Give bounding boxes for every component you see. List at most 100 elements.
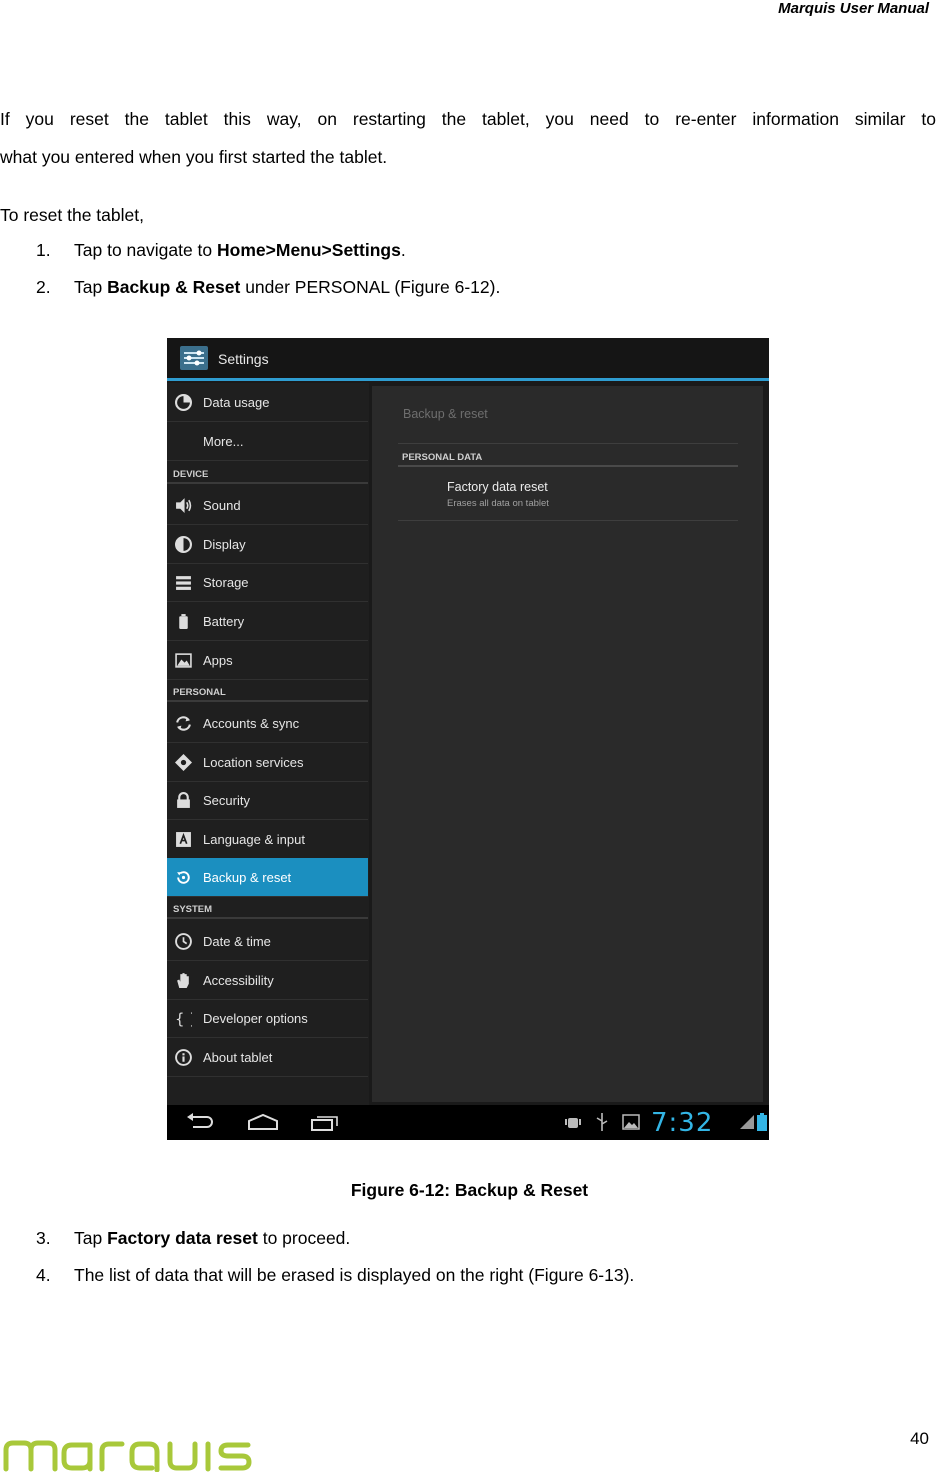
menu-item-battery[interactable]: Battery [167,602,368,641]
step-text-end: to proceed. [257,1228,351,1248]
menu-item-backup-reset[interactable]: Backup & reset [167,858,368,897]
speaker-icon [176,498,192,513]
menu-item-data-usage[interactable]: Data usage [167,383,368,422]
step-3: 3. Tap Factory data reset to proceed. [36,1228,350,1249]
status-clock: 7:32 [651,1108,714,1138]
menu-item-accessibility[interactable]: Accessibility [167,961,368,1000]
settings-screenshot: Settings Data usage More... DEVICE Sound… [167,338,769,1140]
settings-app-icon [180,346,208,370]
menu-item-storage[interactable]: Storage [167,563,368,602]
panel-section-divider [398,465,738,467]
menu-item-label: Battery [203,614,245,629]
menu-item-developer[interactable]: { } Developer options [167,999,368,1038]
sync-icon [176,716,191,731]
section-divider [167,917,368,919]
to-reset-text: To reset the tablet, [0,205,144,225]
step-number: 1. [36,240,51,260]
page-number: 40 [910,1429,929,1448]
step-2: 2. Tap Backup & Reset under PERSONAL (Fig… [36,277,500,298]
step-text: Tap [74,1228,108,1248]
menu-item-more[interactable]: More... [167,422,368,461]
menu-item-label: Accounts & sync [203,716,300,731]
location-icon [175,754,192,771]
system-navigation-bar: 7:32 [167,1105,769,1140]
menu-item-label: Data usage [203,395,270,410]
panel-title: Backup & reset [403,407,488,421]
section-divider [167,482,368,484]
android-debug-icon [565,1118,581,1128]
step-text-end: . [400,240,406,260]
lock-icon [177,792,190,808]
step-4: 4. The list of data that will be erased i… [36,1265,634,1286]
step-bold: Factory data reset [107,1228,258,1248]
step-bold: Backup & Reset [107,277,241,297]
back-icon[interactable] [185,1113,215,1131]
info-icon [175,1049,192,1066]
battery-status-icon [757,1113,767,1131]
data-usage-icon [175,394,192,411]
menu-item-date-time[interactable]: Date & time [167,922,368,961]
menu-item-security[interactable]: Security [167,781,368,820]
menu-item-label: About tablet [203,1050,273,1065]
step-text-end: under PERSONAL (Figure 6-12). [240,277,501,297]
section-system: SYSTEM [173,904,213,915]
step-text: The list of data that will be erased is … [74,1265,635,1285]
braces-icon: { } [175,1010,192,1027]
step-text: Tap [74,277,108,297]
backup-reset-panel: Backup & reset PERSONAL DATA Factory dat… [372,386,763,1102]
factory-reset-title: Factory data reset [447,480,548,494]
menu-item-label: Sound [203,498,241,513]
intro-line-2: what you entered when you first started … [0,147,388,167]
clock-icon [175,933,192,950]
section-device: DEVICE [173,469,209,480]
section-divider [167,700,368,702]
menu-item-label: More... [203,434,244,449]
menu-item-apps[interactable]: Apps [167,641,368,680]
brightness-icon [175,536,192,553]
recent-apps-icon[interactable] [310,1113,340,1131]
backup-icon [177,871,190,884]
signal-icon [740,1115,754,1129]
menu-item-sound[interactable]: Sound [167,486,368,525]
menu-item-label: Apps [203,653,233,668]
step-text: Tap to navigate to [74,240,218,260]
step-number: 3. [36,1228,51,1248]
menu-item-location[interactable]: Location services [167,743,368,782]
factory-reset-subtitle: Erases all data on tablet [447,498,549,509]
step-number: 4. [36,1265,51,1285]
menu-item-label: Developer options [203,1011,308,1026]
menu-item-display[interactable]: Display [167,525,368,564]
menu-item-accounts-sync[interactable]: Accounts & sync [167,704,368,743]
menu-item-about[interactable]: About tablet [167,1038,368,1077]
step-bold: Home>Menu>Settings [217,240,401,260]
step-number: 2. [36,277,51,297]
menu-item-label: Date & time [203,934,271,949]
battery-icon [179,614,188,629]
accent-divider [167,378,769,381]
menu-item-language[interactable]: Language & input [167,820,368,859]
menu-item-label: Storage [203,575,249,590]
marquis-logo-wordmark [3,1440,252,1473]
keyboard-icon [176,832,191,847]
storage-icon [176,576,191,590]
hand-icon [177,973,189,988]
action-bar: Settings [167,338,769,378]
apps-icon [175,653,192,668]
manual-header-title: Marquis User Manual [778,0,929,17]
marquis-logo [2,1434,268,1477]
panel-title-divider [398,443,738,444]
section-personal: PERSONAL [173,687,226,698]
step-1: 1. Tap to navigate to Home>Menu>Settings. [36,240,406,261]
gallery-icon [622,1114,640,1130]
intro-line-1: If you reset the tablet this way, on res… [0,109,936,129]
home-icon[interactable] [247,1113,279,1131]
menu-item-label: Security [203,793,250,808]
settings-menu: Data usage More... DEVICE Sound Display … [167,383,369,1105]
svg-text:{ }: { } [175,1010,192,1027]
app-title: Settings [218,351,269,367]
menu-item-label: Location services [203,755,304,770]
menu-item-label: Display [203,537,246,552]
menu-item-label: Accessibility [203,973,274,988]
intro-paragraph: If you reset the tablet this way, on res… [0,100,936,176]
menu-item-label: Backup & reset [203,870,292,885]
